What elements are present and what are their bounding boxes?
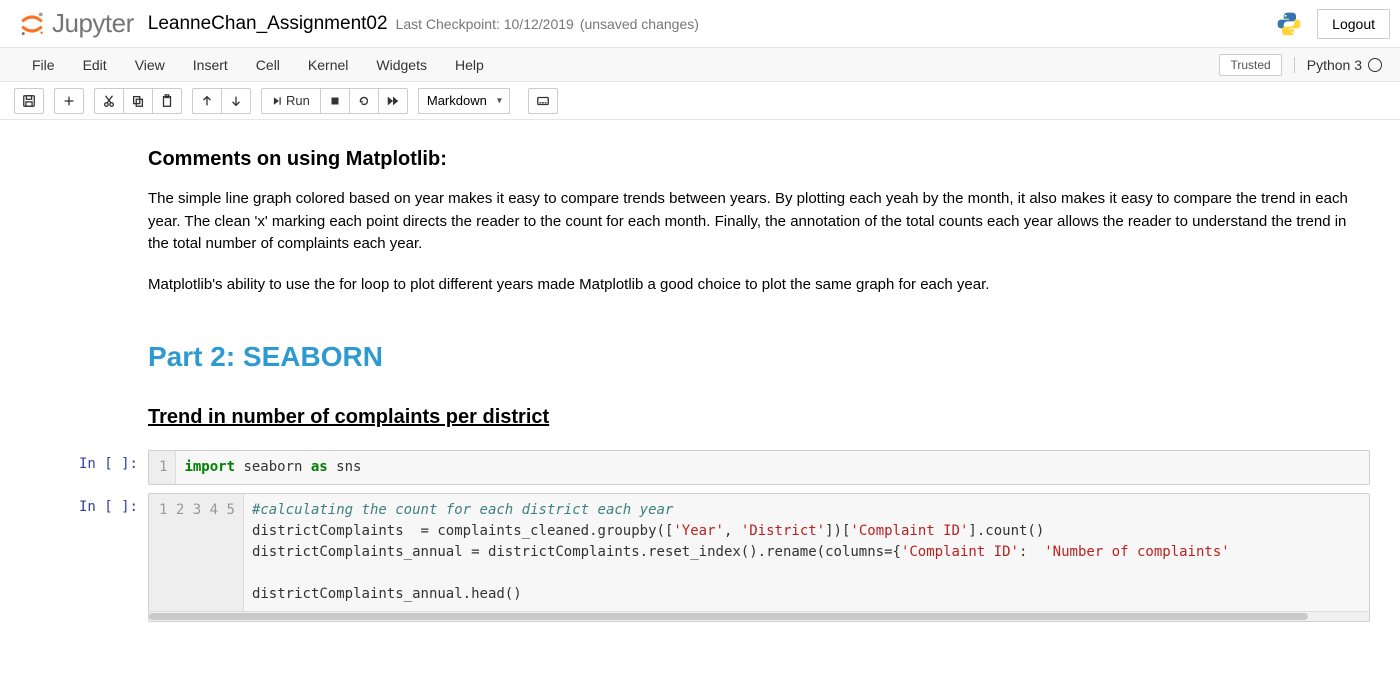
checkpoint-text: Last Checkpoint: 10/12/2019 (396, 16, 574, 32)
interrupt-button[interactable] (320, 88, 350, 114)
trusted-badge[interactable]: Trusted (1219, 54, 1281, 76)
celltype-select[interactable]: Markdown (418, 88, 510, 114)
kernel-name[interactable]: Python 3 (1294, 57, 1382, 73)
md-heading-1: Part 2: SEABORN (148, 336, 1370, 378)
menu-cell[interactable]: Cell (242, 51, 294, 79)
cut-button[interactable] (94, 88, 124, 114)
input-prompt: In [ ]: (30, 450, 148, 485)
md-subheading: Trend in number of complaints per distri… (148, 402, 1370, 432)
menubar: File Edit View Insert Cell Kernel Widget… (0, 48, 1400, 82)
markdown-cell[interactable]: Comments on using Matplotlib: The simple… (148, 144, 1370, 432)
menu-widgets[interactable]: Widgets (362, 51, 441, 79)
md-paragraph: The simple line graph colored based on y… (148, 188, 1370, 256)
input-prompt: In [ ]: (30, 493, 148, 622)
move-down-button[interactable] (221, 88, 251, 114)
md-heading: Comments on using Matplotlib: (148, 144, 1370, 174)
code-body[interactable]: import seaborn as sns (176, 451, 1369, 484)
menu-file[interactable]: File (18, 51, 69, 79)
jupyter-logo-text: Jupyter (52, 8, 134, 39)
logout-button[interactable]: Logout (1317, 9, 1390, 39)
menu-kernel[interactable]: Kernel (294, 51, 362, 79)
restart-run-all-button[interactable] (378, 88, 408, 114)
line-gutter: 1 (149, 451, 176, 484)
menu-edit[interactable]: Edit (69, 51, 121, 79)
menu-help[interactable]: Help (441, 51, 498, 79)
python-logo-icon (1275, 10, 1303, 38)
code-input-area[interactable]: 1 import seaborn as sns (148, 450, 1370, 485)
kernel-name-label: Python 3 (1307, 57, 1362, 73)
kernel-idle-icon (1368, 58, 1382, 72)
jupyter-logo[interactable]: Jupyter (18, 8, 134, 39)
notebook-title[interactable]: LeanneChan_Assignment02 (148, 13, 388, 35)
copy-button[interactable] (123, 88, 153, 114)
code-cell[interactable]: In [ ]: 1 import seaborn as sns (30, 450, 1370, 485)
notebook-area[interactable]: Comments on using Matplotlib: The simple… (0, 120, 1400, 670)
run-label: Run (286, 93, 310, 108)
menu-insert[interactable]: Insert (179, 51, 242, 79)
move-up-button[interactable] (192, 88, 222, 114)
jupyter-icon (18, 10, 46, 38)
save-button[interactable] (14, 88, 44, 114)
notebook-header: Jupyter LeanneChan_Assignment02 Last Che… (0, 0, 1400, 48)
run-button[interactable]: Run (261, 88, 321, 114)
unsaved-indicator: (unsaved changes) (580, 16, 699, 32)
code-cell[interactable]: In [ ]: 1 2 3 4 5 #calculating the count… (30, 493, 1370, 622)
scrollbar-thumb[interactable] (149, 613, 1308, 620)
horizontal-scrollbar[interactable] (149, 611, 1369, 621)
menu-view[interactable]: View (121, 51, 179, 79)
md-paragraph: Matplotlib's ability to use the for loop… (148, 274, 1370, 297)
restart-button[interactable] (349, 88, 379, 114)
toolbar: Run Markdown (0, 82, 1400, 120)
paste-button[interactable] (152, 88, 182, 114)
code-input-area[interactable]: 1 2 3 4 5 #calculating the count for eac… (148, 493, 1370, 622)
code-body[interactable]: #calculating the count for each district… (244, 494, 1369, 611)
add-cell-button[interactable] (54, 88, 84, 114)
command-palette-button[interactable] (528, 88, 558, 114)
line-gutter: 1 2 3 4 5 (149, 494, 244, 611)
